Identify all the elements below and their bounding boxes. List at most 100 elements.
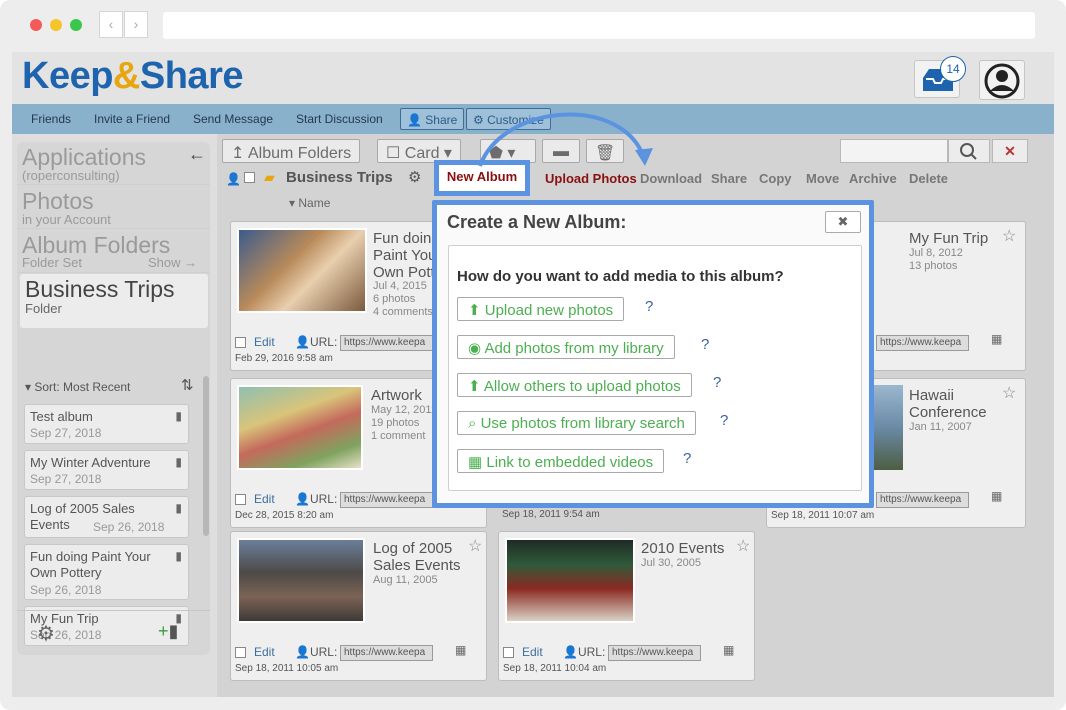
url-user-icon: 👤: [563, 645, 578, 659]
album-title-line: Paint You: [373, 247, 437, 264]
settings-gear-icon[interactable]: ⚙: [37, 621, 55, 646]
share-button[interactable]: 👤 Share: [400, 108, 465, 130]
upload-new-photos-button[interactable]: ⬆ Upload new photos: [457, 297, 625, 321]
card-checkbox[interactable]: [235, 337, 246, 348]
url-label-text: URL:: [309, 335, 338, 349]
camera-icon: ◉: [468, 340, 482, 357]
nav-start-discussion[interactable]: Start Discussion: [296, 112, 383, 126]
back-icon[interactable]: ‹: [99, 11, 123, 38]
album-thumbnail[interactable]: [237, 228, 367, 313]
url-label: 👤URL:: [295, 335, 337, 349]
folder-settings-gear-icon[interactable]: ⚙: [408, 168, 421, 186]
add-album-icon[interactable]: +▮: [158, 621, 178, 642]
help-icon[interactable]: ?: [701, 336, 709, 353]
album-created-date: Sep 18, 2011 10:07 am: [771, 510, 875, 521]
favorite-star-icon[interactable]: ☆: [1002, 383, 1016, 403]
nav-invite-friend[interactable]: Invite a Friend: [94, 112, 170, 126]
album-title: Hawaii Conference: [909, 387, 987, 421]
photo-count: 19 photos: [371, 417, 420, 429]
edit-link[interactable]: Edit: [254, 492, 275, 506]
calendar-icon[interactable]: ▦: [991, 489, 1002, 503]
list-item[interactable]: My Winter Adventure Sep 27, 2018 ▮: [24, 450, 189, 490]
nav-send-message[interactable]: Send Message: [193, 112, 273, 126]
logo[interactable]: Keep&Share: [22, 55, 244, 98]
address-bar[interactable]: [163, 12, 1035, 39]
album-folders-btn-label: Album Folders: [247, 145, 352, 162]
clear-search-icon[interactable]: ✕: [992, 139, 1028, 163]
favorite-star-icon[interactable]: ☆: [1002, 226, 1016, 246]
card-checkbox[interactable]: [235, 647, 246, 658]
card-checkbox[interactable]: [503, 647, 514, 658]
calendar-icon[interactable]: ▦: [723, 643, 734, 657]
sidebar: Applications (roperconsulting) ← Photos …: [17, 142, 210, 655]
close-icon[interactable]: ✖: [825, 211, 861, 233]
album-thumbnail[interactable]: [237, 385, 363, 470]
close-window-dot[interactable]: [30, 19, 42, 31]
calendar-icon[interactable]: ▦: [455, 643, 466, 657]
forward-icon[interactable]: ›: [124, 11, 148, 38]
sidebar-scrollbar[interactable]: [203, 376, 209, 536]
sidebar-photos[interactable]: Photos in your Account: [17, 185, 210, 229]
share-action[interactable]: Share: [711, 171, 747, 186]
add-from-library-button[interactable]: ◉ Add photos from my library: [457, 335, 675, 359]
list-item[interactable]: Test album Sep 27, 2018 ▮: [24, 404, 189, 444]
delete-action[interactable]: Delete: [909, 171, 948, 186]
copy-action[interactable]: Copy: [759, 171, 792, 186]
show-label: Show: [148, 255, 181, 270]
move-action[interactable]: Move: [806, 171, 839, 186]
album-thumbnail[interactable]: [505, 538, 635, 623]
album-title-line: Sales Events: [373, 557, 461, 574]
search-input[interactable]: [840, 139, 948, 163]
viewport: Keep&Share 14 Friends Invite a Friend Se…: [12, 52, 1054, 697]
help-icon[interactable]: ?: [645, 298, 653, 315]
share-url-field[interactable]: https://www.keepa: [876, 492, 969, 508]
share-url-field[interactable]: https://www.keepa: [340, 492, 433, 508]
sidebar-album-folders[interactable]: Album Folders Folder Set Show →: [17, 229, 210, 273]
allow-others-upload-button[interactable]: ⬆ Allow others to upload photos: [457, 373, 692, 397]
folder-share-icon[interactable]: 👤: [226, 172, 241, 186]
avatar[interactable]: [979, 60, 1025, 100]
album-folders-button[interactable]: ↥ Album Folders: [222, 139, 361, 163]
album-thumbnail[interactable]: [237, 538, 365, 623]
share-url-field[interactable]: https://www.keepa: [340, 645, 433, 661]
album-card[interactable]: Log of 2005 Sales Events Aug 11, 2005 ☆ E…: [230, 531, 487, 681]
album-card[interactable]: 2010 Events Jul 30, 2005 ☆ Edit 👤URL: http…: [498, 531, 755, 681]
share-url-field[interactable]: https://www.keepa: [340, 335, 433, 351]
library-search-button[interactable]: ⌕ Use photos from library search: [457, 411, 696, 435]
collapse-arrow-icon[interactable]: ←: [188, 144, 206, 165]
search-button[interactable]: [948, 139, 990, 163]
sort-order-icon[interactable]: ⇅: [181, 376, 194, 394]
album-date: Sep 27, 2018: [30, 472, 102, 486]
help-icon[interactable]: ?: [683, 450, 691, 467]
select-all-checkbox[interactable]: [244, 172, 255, 183]
help-icon[interactable]: ?: [720, 412, 728, 429]
favorite-star-icon[interactable]: ☆: [736, 536, 750, 556]
edit-link[interactable]: Edit: [522, 645, 543, 659]
minimize-window-dot[interactable]: [50, 19, 62, 31]
album-icon: ▮: [175, 455, 182, 469]
help-icon[interactable]: ?: [713, 374, 721, 391]
option-label: Link to embedded videos: [486, 454, 654, 471]
name-sort-column[interactable]: ▾ Name: [289, 196, 330, 210]
favorite-star-icon[interactable]: ☆: [468, 536, 482, 556]
share-url-field[interactable]: https://www.keepa: [876, 335, 969, 351]
edit-link[interactable]: Edit: [254, 645, 275, 659]
album-title: Fun doing Paint You Own Pott: [373, 230, 440, 281]
maximize-window-dot[interactable]: [70, 19, 82, 31]
sidebar-current-folder[interactable]: Business Trips Folder: [20, 274, 208, 328]
sidebar-applications[interactable]: Applications (roperconsulting) ←: [17, 142, 210, 185]
embedded-videos-button[interactable]: ▦ Link to embedded videos: [457, 449, 665, 473]
create-album-dialog: Create a New Album: ✖ How do you want to…: [432, 200, 874, 508]
card-checkbox[interactable]: [235, 494, 246, 505]
edit-link[interactable]: Edit: [254, 335, 275, 349]
logo-amp: &: [112, 55, 140, 97]
list-item[interactable]: Fun doing Paint Your Own Pottery Sep 26, …: [24, 544, 189, 600]
archive-action[interactable]: Archive: [849, 171, 897, 186]
nav-friends[interactable]: Friends: [31, 112, 71, 126]
show-link[interactable]: Show →: [148, 255, 197, 270]
list-item[interactable]: Log of 2005 Sales Events Sep 26, 2018 ▮: [24, 496, 189, 538]
album-created-date: Sep 18, 2011 10:04 am: [503, 663, 607, 674]
sort-dropdown[interactable]: ▾ Sort: Most Recent: [25, 380, 130, 394]
calendar-icon[interactable]: ▦: [991, 332, 1002, 346]
share-url-field[interactable]: https://www.keepa: [608, 645, 701, 661]
